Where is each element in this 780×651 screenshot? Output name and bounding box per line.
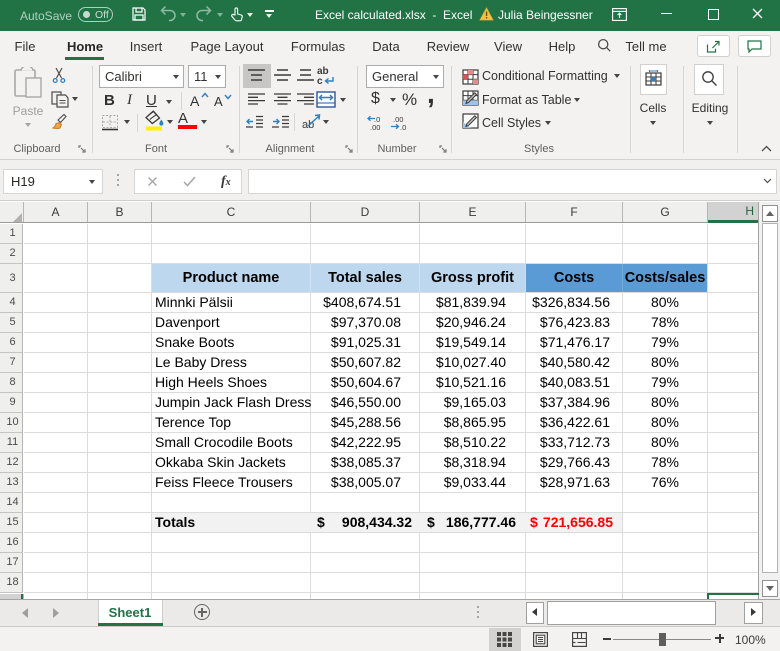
svg-text:.0: .0 xyxy=(400,123,406,131)
svg-text:.00: .00 xyxy=(370,123,380,131)
svg-text:c: c xyxy=(317,76,323,87)
